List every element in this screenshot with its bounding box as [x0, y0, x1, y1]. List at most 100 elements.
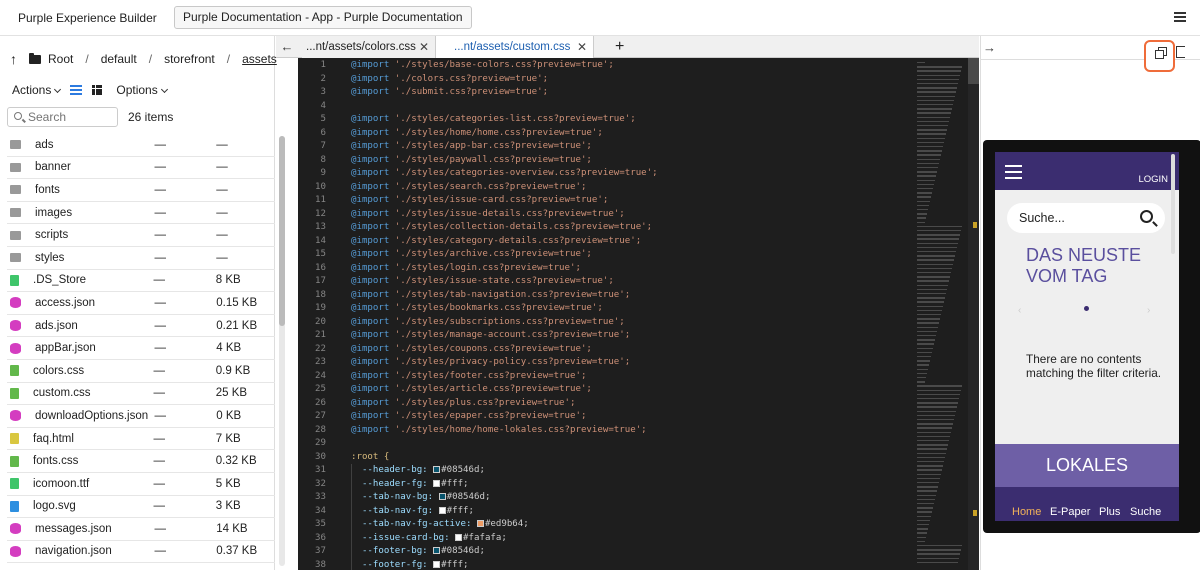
forward-arrow-icon[interactable]: →: [983, 40, 996, 55]
code-string: './styles/categories-list.css?preview=tr…: [394, 114, 636, 124]
file-row[interactable]: styles — —: [7, 247, 275, 270]
line-number: 11: [315, 195, 326, 205]
preview-search-field[interactable]: Suche...: [1007, 203, 1165, 233]
file-row[interactable]: icomoon.ttf — 5 KB: [7, 473, 275, 496]
code-property: --tab-nav-fg:: [361, 505, 434, 516]
file-modified: —: [154, 522, 167, 535]
line-number: 8: [320, 154, 326, 165]
options-dropdown[interactable]: Options: [116, 83, 168, 97]
file-row[interactable]: downloadOptions.json — 0 KB: [7, 405, 275, 428]
file-row[interactable]: ads — —: [7, 134, 275, 157]
grid-view-icon[interactable]: [92, 85, 103, 95]
code-string: './styles/bookmarks.css?preview=true';: [394, 303, 603, 313]
breadcrumb-assets[interactable]: assets: [242, 52, 277, 66]
file-row[interactable]: appBar.json — 4 KB: [7, 337, 275, 360]
preview-footer-home[interactable]: Home: [1012, 506, 1041, 518]
code-keyword: @import: [351, 222, 390, 232]
file-modified: —: [154, 138, 167, 151]
color-swatch[interactable]: [433, 479, 441, 487]
file-modified: —: [153, 500, 166, 513]
file-row[interactable]: logo.svg — 3 KB: [7, 496, 275, 519]
color-swatch[interactable]: [438, 506, 446, 514]
device-frame: LOGIN Suche... DAS NEUSTE VOM TAG ‹ › Th…: [983, 140, 1200, 533]
preview-scrollbar[interactable]: [1171, 154, 1175, 254]
carousel-next-icon[interactable]: ›: [1147, 305, 1150, 316]
file-row[interactable]: scripts — —: [7, 224, 275, 247]
document-icon[interactable]: [1176, 46, 1185, 58]
actions-dropdown[interactable]: Actions: [12, 83, 62, 97]
file-row[interactable]: faq.html — 7 KB: [7, 428, 275, 451]
list-view-icon[interactable]: [70, 85, 83, 95]
code-string: './styles/login.css?preview=true';: [394, 262, 581, 273]
preview-footer-plus[interactable]: Plus: [1099, 506, 1120, 518]
scrollbar-marker: [973, 222, 977, 228]
preview-login-link[interactable]: LOGIN: [1138, 174, 1168, 185]
preview-footer-epaper[interactable]: E-Paper: [1050, 506, 1090, 518]
line-number: 15: [315, 249, 326, 259]
file-name: scripts: [35, 229, 69, 242]
editor-scrollbar[interactable]: [968, 58, 979, 570]
code-editor[interactable]: 1 @import './styles/base-colors.css?previ…: [298, 58, 979, 570]
breadcrumb-root[interactable]: Root: [48, 52, 73, 66]
carousel-dot[interactable]: [1084, 306, 1089, 311]
file-modified: —: [154, 342, 167, 355]
scrollbar-marker: [973, 510, 977, 516]
file-row[interactable]: fonts.css — 0.32 KB: [7, 450, 275, 473]
file-list-scrollbar[interactable]: [279, 136, 285, 566]
up-arrow-icon[interactable]: ↑: [10, 51, 17, 67]
copy-preview-button[interactable]: [1144, 40, 1175, 72]
code-value: #08546d;: [446, 492, 491, 502]
close-icon[interactable]: ✕: [419, 36, 429, 58]
color-swatch[interactable]: [455, 533, 463, 541]
file-row[interactable]: fonts — —: [7, 179, 275, 202]
file-row[interactable]: custom.css — 25 KB: [7, 383, 275, 406]
back-arrow-icon[interactable]: ←: [278, 39, 296, 55]
file-name: faq.html: [33, 432, 74, 445]
carousel-prev-icon[interactable]: ‹: [1018, 305, 1021, 316]
add-tab-icon[interactable]: +: [615, 36, 624, 58]
color-swatch[interactable]: [476, 520, 484, 527]
color-swatch[interactable]: [433, 547, 441, 554]
file-row[interactable]: images — —: [7, 202, 275, 225]
color-swatch[interactable]: [433, 560, 441, 568]
file-row[interactable]: colors.css — 0.9 KB: [7, 360, 275, 383]
preview-footer-suche[interactable]: Suche: [1130, 506, 1161, 518]
file-row[interactable]: .DS_Store — 8 KB: [7, 270, 275, 293]
code-keyword: @import: [351, 195, 390, 205]
file-size: 0.9 KB: [215, 364, 251, 377]
tab-custom-css[interactable]: ...nt/assets/custom.css ✕: [436, 36, 594, 58]
preview-menu-icon[interactable]: [1005, 165, 1022, 183]
file-list: ads — — banner — — fonts — — images — — scripts — — sty…: [7, 134, 275, 570]
search-input[interactable]: [28, 108, 118, 126]
line-number: 24: [315, 370, 326, 381]
close-icon[interactable]: ✕: [577, 36, 587, 58]
minimap[interactable]: [914, 58, 966, 570]
code-text: --issue-card-bg: #fafafa;: [351, 532, 507, 546]
color-swatch[interactable]: [433, 466, 441, 473]
project-selector-button[interactable]: Purple Documentation - App - Purple Docu…: [174, 6, 472, 29]
file-icon: [10, 433, 19, 445]
file-modified: —: [154, 319, 167, 332]
file-name: appBar.json: [35, 342, 96, 355]
hamburger-menu-icon[interactable]: [1174, 12, 1186, 22]
file-icon: [10, 500, 19, 512]
preview-panel: → LOGIN Suche... DAS NEUSTE VOM TAG ‹ › …: [980, 36, 1200, 570]
code-text: @import './styles/category-details.css?p…: [351, 235, 641, 249]
file-row[interactable]: banner — —: [7, 157, 275, 180]
breadcrumb-storefront[interactable]: storefront: [164, 52, 215, 66]
line-number: 20: [315, 316, 326, 327]
file-row[interactable]: access.json — 0.15 KB: [7, 292, 275, 315]
tab-colors-css[interactable]: ...nt/assets/colors.css ✕: [302, 36, 436, 58]
file-row[interactable]: ads.json — 0.21 KB: [7, 315, 275, 338]
code-text: @import './styles/issue-state.css?previe…: [351, 275, 614, 289]
color-swatch[interactable]: [438, 493, 446, 500]
breadcrumb-default[interactable]: default: [101, 52, 137, 66]
code-keyword: @import: [351, 370, 390, 381]
file-row[interactable]: messages.json — 14 KB: [7, 518, 275, 541]
line-number: 9: [320, 168, 326, 178]
code-string: './styles/categories-overview.css?previe…: [394, 168, 658, 178]
file-row[interactable]: navigation.json — 0.37 KB: [7, 541, 275, 564]
line-number: 23: [315, 357, 326, 367]
code-text: @import './colors.css?preview=true';: [351, 73, 548, 87]
code-text: @import './styles/issue-card.css?preview…: [351, 194, 608, 208]
